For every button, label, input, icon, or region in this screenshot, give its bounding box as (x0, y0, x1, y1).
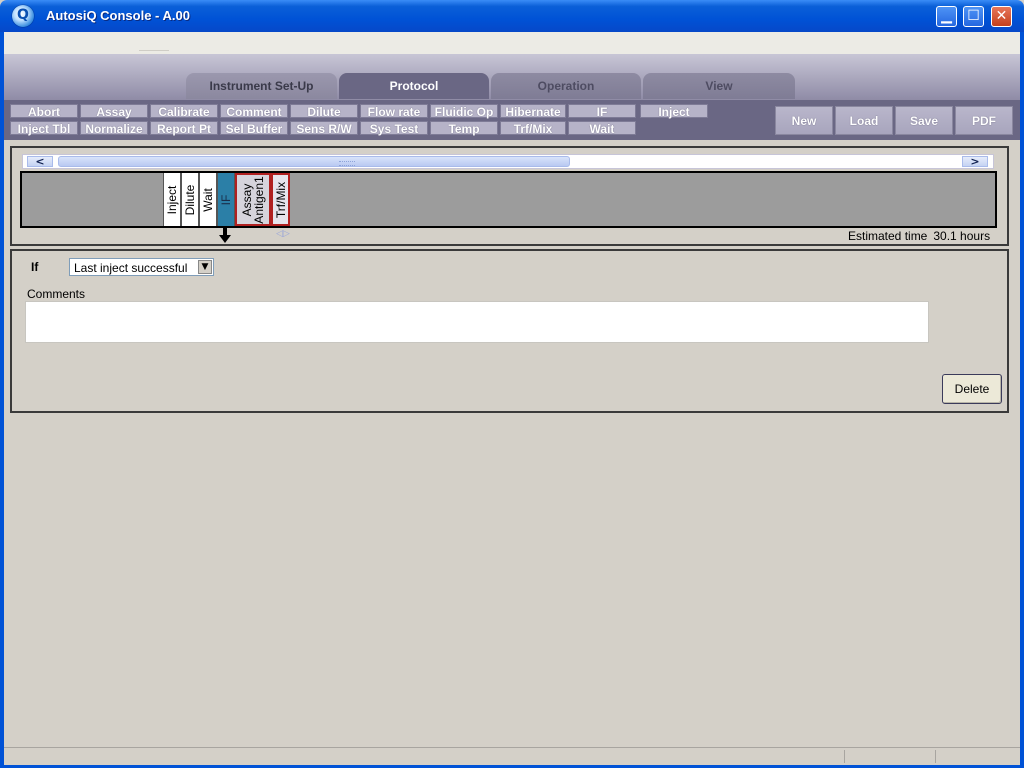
tab-view[interactable]: View (643, 73, 795, 99)
app-window: Q AutosiQ Console - A.00 ▁ ☐ ✕ Instrumen… (0, 0, 1024, 768)
window-frame-left (0, 32, 4, 768)
condition-select[interactable]: Last inject successful ▼ (69, 258, 214, 276)
inject-tbl-button[interactable]: Inject Tbl (10, 121, 78, 136)
wait-button[interactable]: Wait (568, 121, 636, 136)
report-pt-button[interactable]: Report Pt (150, 121, 218, 136)
scroll-grip-icon (339, 161, 355, 166)
scroll-right-button[interactable]: > (962, 156, 988, 167)
step-label: Trf/Mix (273, 181, 288, 218)
normalize-button[interactable]: Normalize (80, 121, 148, 136)
trf-mix-button[interactable]: Trf/Mix (500, 121, 566, 136)
dilute-button[interactable]: Dilute (290, 104, 358, 119)
hibernate-button[interactable]: Hibernate (500, 104, 566, 119)
fluidic-op-button[interactable]: Fluidic Op (430, 104, 498, 119)
abort-button[interactable]: Abort (10, 104, 78, 119)
step-wait[interactable]: Wait (199, 173, 217, 226)
step-label: Dilute (183, 184, 197, 215)
comments-field[interactable] (25, 301, 929, 343)
delete-button[interactable]: Delete (942, 374, 1002, 404)
estimated-time: Estimated time 30.1 hours (848, 229, 990, 243)
temp-button[interactable]: Temp (430, 121, 498, 136)
sys-test-button[interactable]: Sys Test (360, 121, 428, 136)
status-bar (4, 747, 1020, 765)
estimated-time-label: Estimated time (848, 229, 928, 243)
title-bar[interactable]: Q AutosiQ Console - A.00 ▁ ☐ ✕ (0, 0, 1024, 32)
minimize-button[interactable]: ▁ (936, 6, 957, 27)
scroll-thumb[interactable] (58, 156, 570, 167)
condition-value: Last inject successful (74, 261, 188, 275)
load-button[interactable]: Load (835, 106, 893, 135)
tab-operation[interactable]: Operation (491, 73, 641, 99)
app-logo-icon: Q (12, 5, 34, 27)
if-label: If (31, 260, 39, 274)
resize-arrows-icon[interactable]: ◁▷ (276, 229, 290, 239)
timeline-scrollbar[interactable]: < > (22, 154, 994, 169)
comments-label: Comments (27, 287, 86, 301)
estimated-time-value: 30.1 hours (933, 229, 991, 243)
scroll-left-button[interactable]: < (27, 156, 53, 167)
current-step-arrow-icon (219, 226, 231, 243)
assay-button[interactable]: Assay (80, 104, 148, 119)
step-label: Assay Antigen1 (240, 175, 266, 224)
maximize-button[interactable]: ☐ (963, 6, 984, 27)
pdf-button[interactable]: PDF (955, 106, 1013, 135)
step-inject[interactable]: Inject (163, 173, 181, 226)
close-button[interactable]: ✕ (991, 6, 1012, 27)
step-assay[interactable]: Assay Antigen1 (235, 173, 271, 226)
if-button[interactable]: IF (568, 104, 636, 119)
new-button[interactable]: New (775, 106, 833, 135)
save-button[interactable]: Save (895, 106, 953, 135)
step-trf-mix[interactable]: Trf/Mix (271, 173, 290, 226)
sel-buffer-button[interactable]: Sel Buffer (220, 121, 288, 136)
minimize-icon: ▁ (941, 8, 952, 24)
step-dilute[interactable]: Dilute (181, 173, 199, 226)
sens-rw-button[interactable]: Sens R/W (290, 121, 358, 136)
comment-button[interactable]: Comment (220, 104, 288, 119)
window-frame-right (1020, 32, 1024, 768)
flow-rate-button[interactable]: Flow rate (360, 104, 428, 119)
tab-instrument-setup[interactable]: Instrument Set-Up (186, 73, 337, 99)
menu-divider (139, 50, 169, 51)
chevron-down-icon[interactable]: ▼ (198, 260, 212, 274)
status-pane (935, 750, 1021, 763)
step-label: Wait (201, 187, 215, 212)
step-if[interactable]: IF (217, 173, 235, 226)
step-label: IF (219, 194, 233, 205)
menu-band (4, 32, 1020, 54)
calibrate-button[interactable]: Calibrate (150, 104, 218, 119)
step-label: Inject (165, 185, 179, 214)
tab-protocol[interactable]: Protocol (339, 73, 489, 99)
window-title: AutosiQ Console - A.00 (46, 8, 190, 23)
status-pane (844, 750, 935, 763)
maximize-icon: ☐ (967, 8, 980, 24)
inject-button[interactable]: Inject (640, 104, 708, 119)
close-icon: ✕ (995, 8, 1008, 24)
